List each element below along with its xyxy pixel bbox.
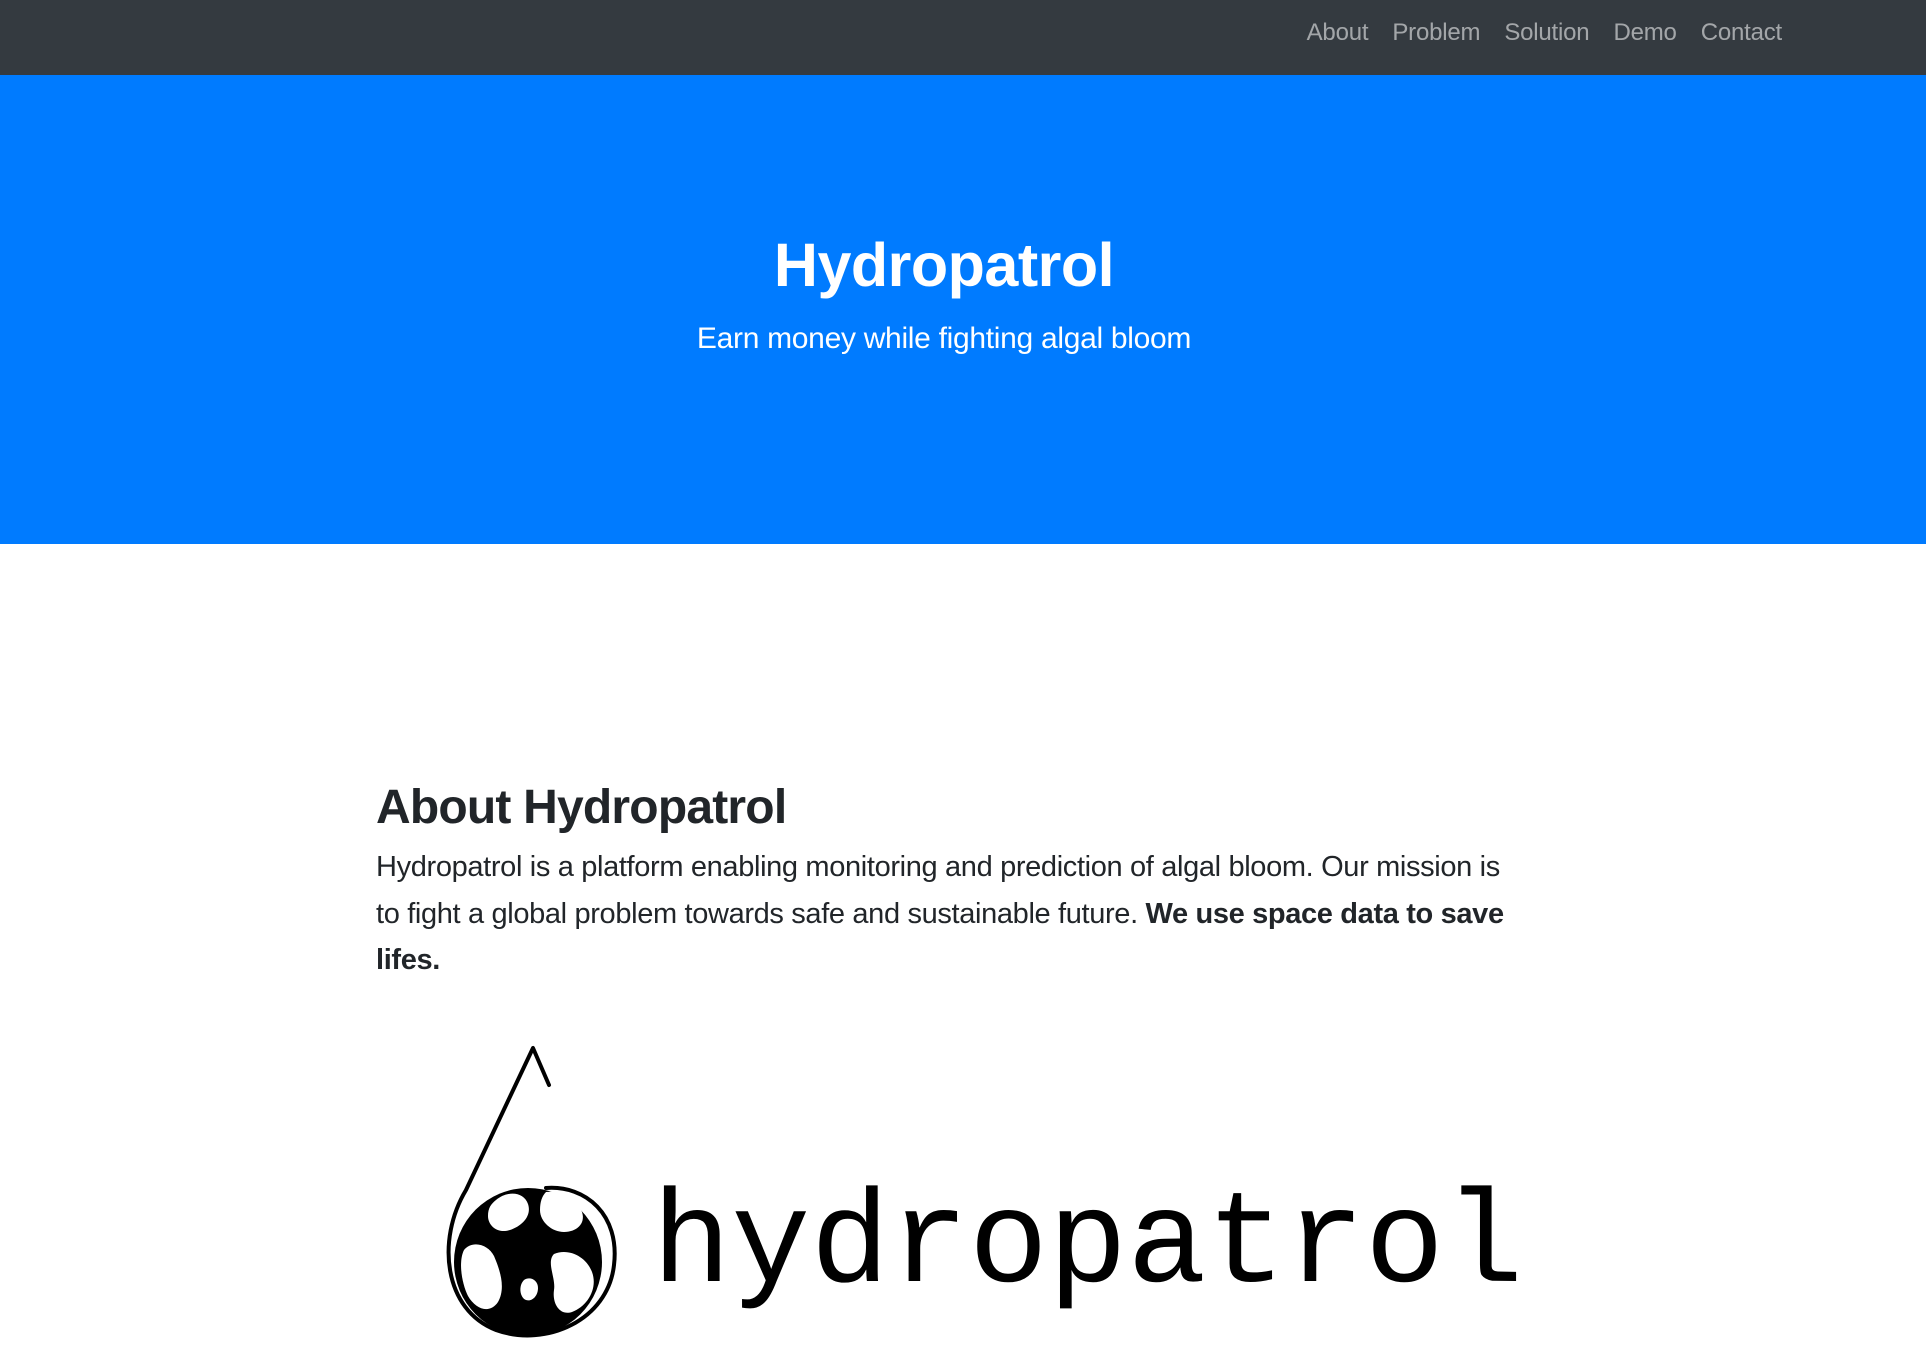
about-heading: About Hydropatrol — [376, 781, 787, 834]
nav-link-about[interactable]: About — [1295, 19, 1381, 47]
about-text: Hydropatrol is a platform enabling monit… — [376, 844, 1516, 984]
water-drop-globe-icon — [446, 1046, 617, 1338]
nav-link-solution[interactable]: Solution — [1492, 19, 1601, 47]
logo-wordmark: hydropatrol — [652, 1171, 1524, 1321]
hero-subtitle: Earn money while fighting algal bloom — [696, 322, 1192, 355]
nav-link-contact[interactable]: Contact — [1689, 19, 1794, 47]
hero-title: Hydropatrol — [773, 231, 1115, 299]
nav-links: About Problem Solution Demo Contact — [1295, 0, 1794, 66]
navbar: About Problem Solution Demo Contact — [0, 0, 1926, 75]
nav-link-problem[interactable]: Problem — [1380, 19, 1492, 47]
nav-link-demo[interactable]: Demo — [1601, 19, 1688, 47]
hydropatrol-logo: hydropatrol — [436, 1040, 1523, 1348]
hero-banner: Hydropatrol Earn money while fighting al… — [0, 75, 1926, 544]
about-section: About Hydropatrol Hydropatrol is a platf… — [376, 780, 1516, 984]
